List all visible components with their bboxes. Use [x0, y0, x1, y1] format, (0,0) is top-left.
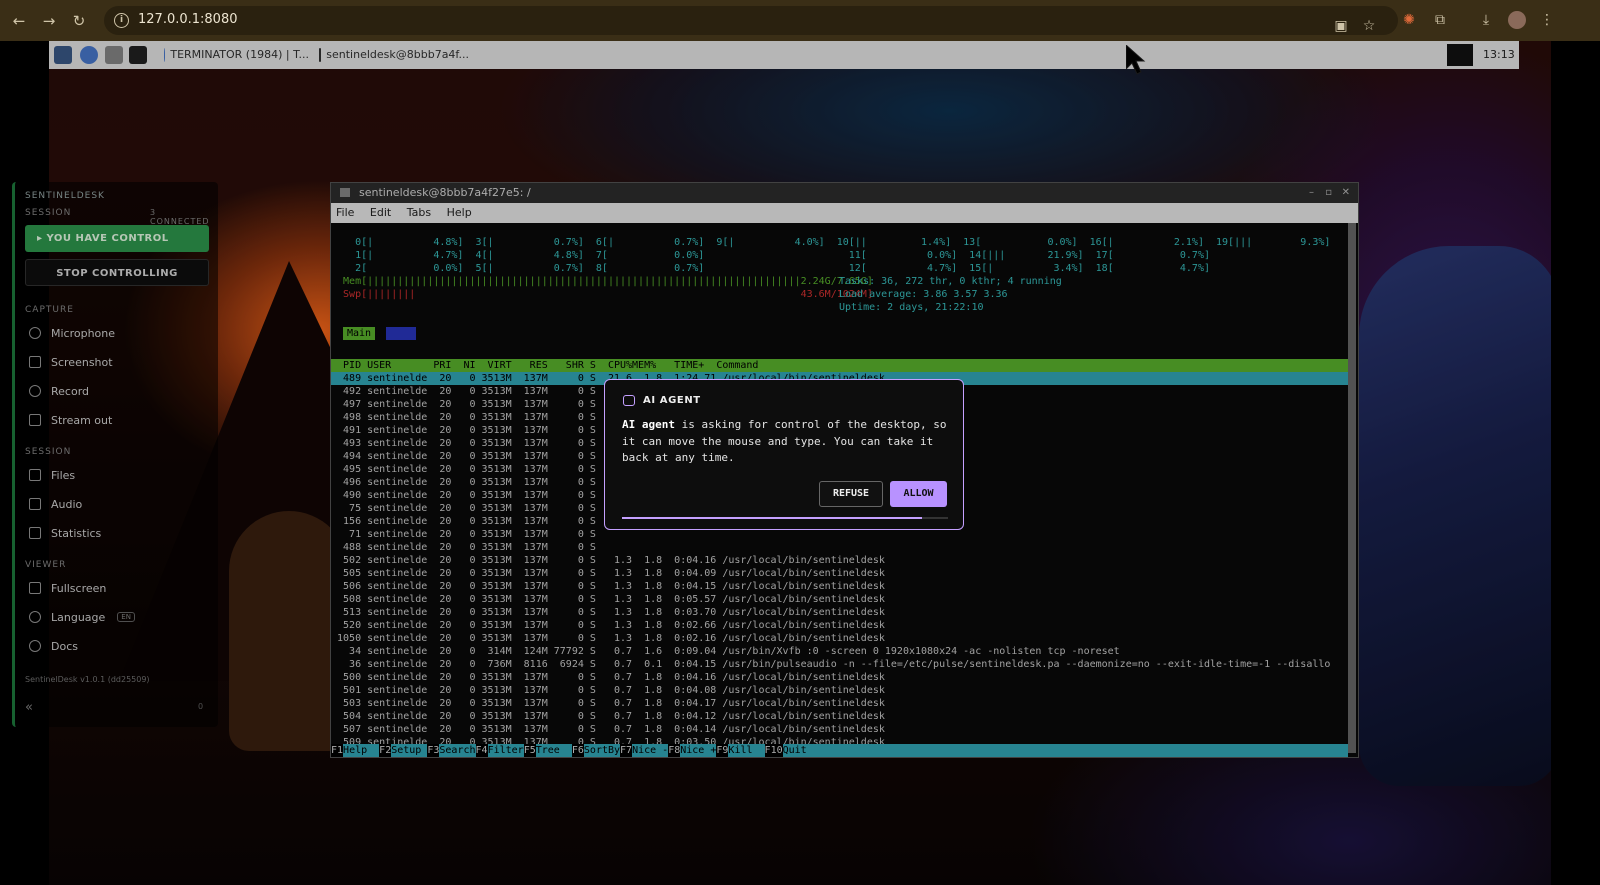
- site-info-icon[interactable]: i: [114, 13, 129, 28]
- address-bar[interactable]: i 127.0.0.1:8080 ▣ ☆: [104, 6, 1398, 35]
- profile-avatar[interactable]: [1508, 11, 1526, 29]
- back-icon[interactable]: ←: [8, 10, 30, 32]
- more-menu-icon[interactable]: ⋮: [1538, 11, 1556, 29]
- dialog-message: AI agent is asking for control of the de…: [622, 418, 947, 464]
- agent-name: AI agent: [622, 418, 675, 431]
- countdown-fill: [622, 517, 922, 519]
- forward-icon[interactable]: →: [38, 10, 60, 32]
- extension-bug-icon[interactable]: ✺: [1400, 11, 1418, 29]
- download-icon[interactable]: ⤓: [1477, 11, 1495, 29]
- reload-icon[interactable]: ↻: [68, 10, 90, 32]
- allow-button[interactable]: ALLOW: [890, 481, 947, 507]
- dialog-header: AI AGENT: [623, 395, 701, 406]
- clipboard-icon[interactable]: ▣: [1332, 17, 1350, 35]
- star-icon[interactable]: ☆: [1360, 17, 1378, 35]
- ai-agent-request-dialog: AI AGENT AI agent is asking for control …: [604, 379, 964, 530]
- extension-puzzle-icon[interactable]: ⧉: [1431, 11, 1449, 29]
- robot-icon: [623, 395, 635, 406]
- url-text[interactable]: 127.0.0.1:8080: [138, 12, 238, 27]
- countdown-bar: [622, 517, 948, 519]
- refuse-button[interactable]: REFUSE: [819, 481, 883, 507]
- browser-toolbar: ← → ↻ i 127.0.0.1:8080 ▣ ☆ ✺ ⧉ ⤓ ⋮: [0, 0, 1600, 41]
- dialog-title: AI AGENT: [643, 395, 701, 406]
